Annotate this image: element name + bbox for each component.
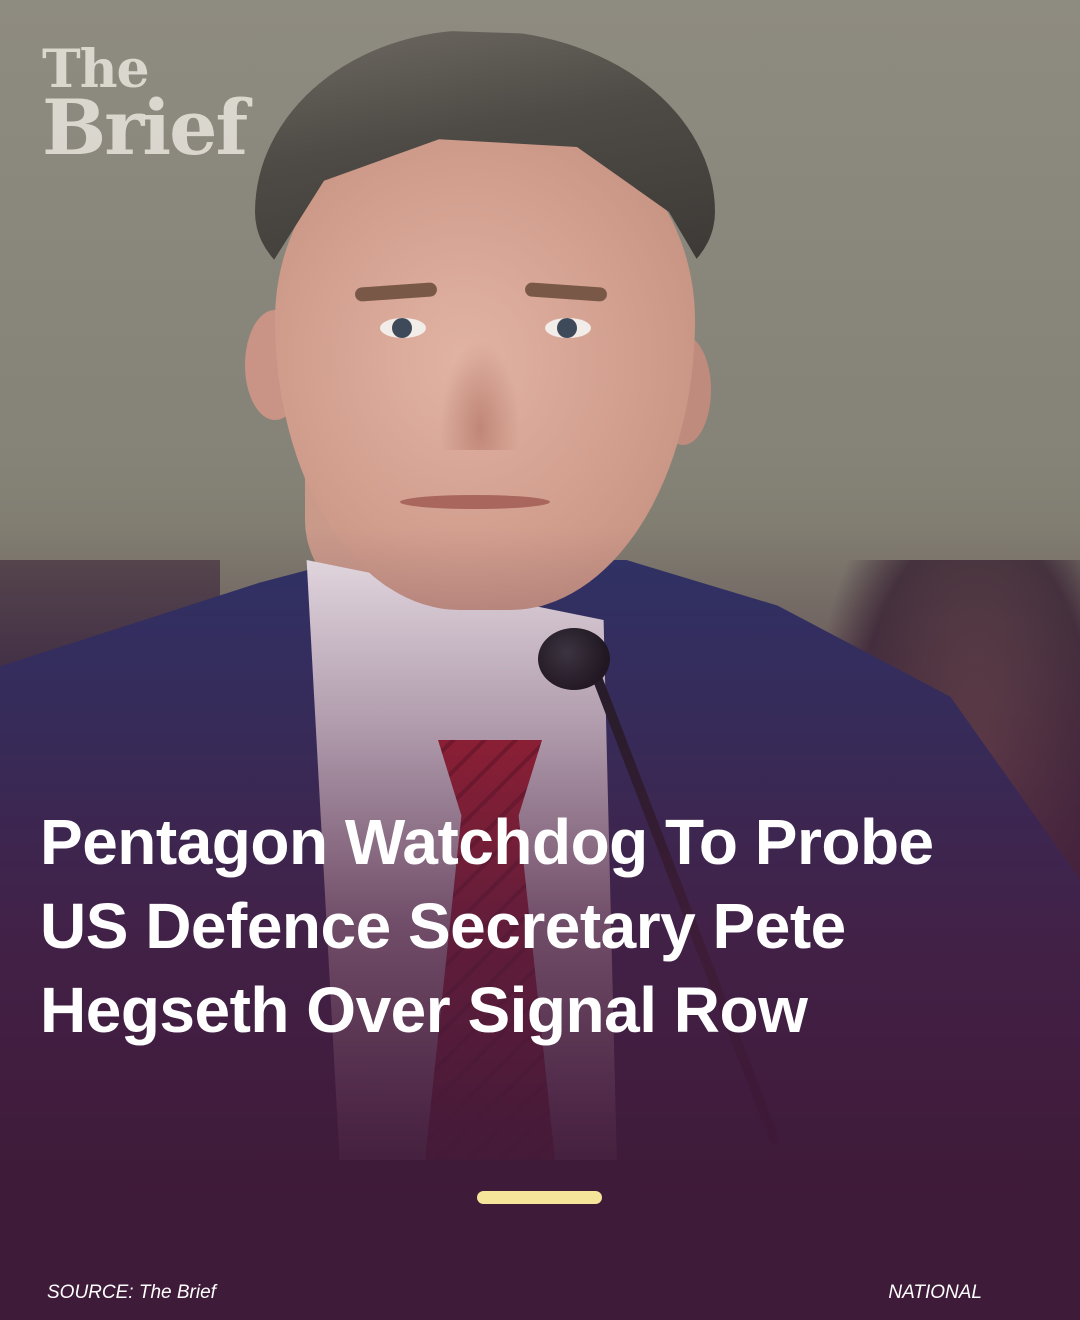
brand-logo: The Brief <box>42 44 248 172</box>
headline: Pentagon Watchdog To Probe US Defence Se… <box>40 806 934 1046</box>
page-indicator[interactable] <box>477 1191 602 1204</box>
source-label: SOURCE: The Brief <box>47 1282 216 1303</box>
logo-text-brief: Brief <box>42 83 248 172</box>
category-label: NATIONAL <box>888 1282 982 1303</box>
news-card: The Brief Pentagon Watchdog To Probe US … <box>0 0 1080 1320</box>
gradient-overlay <box>0 0 1080 1320</box>
